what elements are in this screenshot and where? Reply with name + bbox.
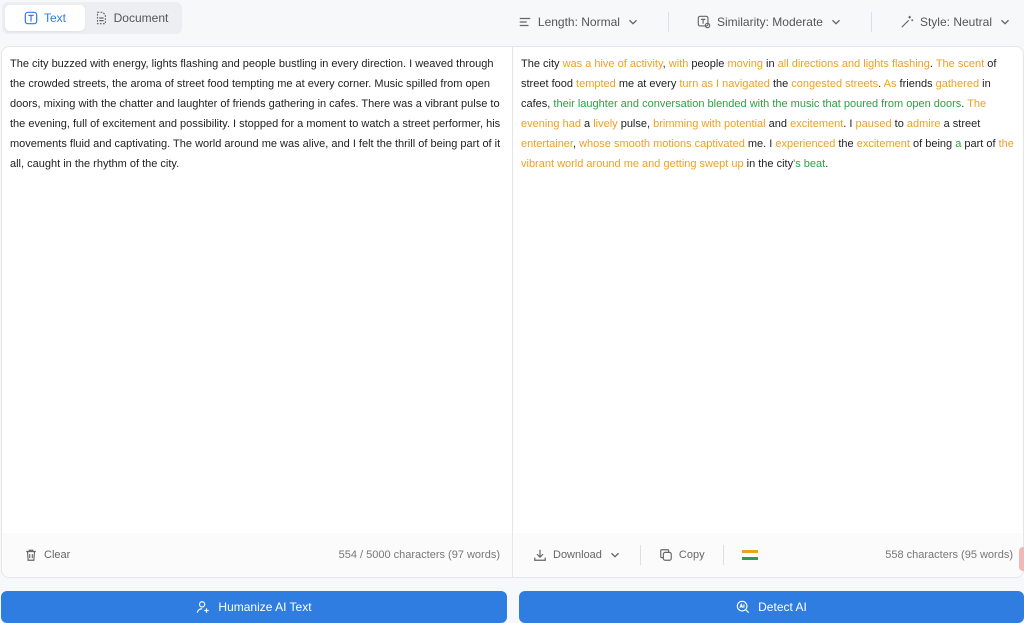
output-segment-orange[interactable]: entertainer: [521, 138, 573, 150]
tab-document[interactable]: Document: [85, 5, 177, 31]
input-panel: The city buzzed with energy, lights flas…: [1, 46, 513, 578]
output-segment-plain: to: [891, 118, 907, 130]
tab-text[interactable]: Text: [5, 5, 85, 31]
output-segment-orange[interactable]: The scent: [936, 58, 984, 70]
output-segment-orange[interactable]: excitement: [857, 138, 910, 150]
output-character-count: 558 characters (95 words): [885, 549, 1013, 561]
download-button[interactable]: Download: [533, 548, 622, 562]
output-segment-plain: friends: [896, 78, 936, 90]
output-segment-orange[interactable]: was a hive of activity: [563, 58, 663, 70]
output-segment-orange[interactable]: all directions and lights flashing: [778, 58, 930, 70]
lines-icon: [519, 17, 531, 27]
output-segment-orange[interactable]: with: [669, 58, 689, 70]
output-footer: Download Copy 558 characters (95 words): [513, 533, 1023, 577]
divider: [639, 545, 641, 565]
output-segment-plain: people: [688, 58, 728, 70]
length-dropdown[interactable]: Length: Normal: [514, 15, 644, 29]
tab-document-label: Document: [113, 11, 169, 25]
output-segment-orange[interactable]: lively: [593, 118, 617, 130]
output-segment-orange[interactable]: moving: [727, 58, 762, 70]
scroll-indicator: [1019, 547, 1024, 571]
output-segment-orange[interactable]: admire: [907, 118, 941, 130]
language-flag-icon[interactable]: [741, 550, 758, 560]
download-label: Download: [553, 549, 602, 561]
chevron-down-icon: [832, 19, 840, 25]
output-segment-plain: the: [835, 138, 857, 150]
output-segment-plain: a: [580, 118, 594, 130]
input-character-count: 554 / 5000 characters (97 words): [338, 549, 500, 561]
similarity-dropdown[interactable]: Similarity: Moderate: [693, 15, 847, 29]
style-label: Style: Neutral: [919, 15, 992, 29]
output-segment-plain: pulse,: [617, 118, 654, 130]
clear-label: Clear: [44, 549, 71, 561]
output-segment-plain: .: [825, 158, 829, 170]
mode-tabs: Text Document: [2, 2, 182, 34]
length-label: Length: Normal: [537, 15, 620, 29]
trash-icon: [26, 549, 36, 561]
output-panel: The city was a hive of activity, with pe…: [512, 46, 1024, 578]
output-segment-plain: me at every: [615, 78, 680, 90]
output-segment-orange[interactable]: brimming with potential: [653, 118, 766, 130]
divider: [667, 12, 669, 32]
document-icon: [96, 11, 106, 25]
copy-icon: [660, 549, 672, 561]
output-segment-plain: the: [769, 78, 792, 90]
output-segment-orange[interactable]: experienced: [775, 138, 835, 150]
divider: [870, 12, 872, 32]
output-segment-plain: and: [765, 118, 791, 130]
magic-wand-icon: [901, 15, 914, 28]
input-footer: Clear 554 / 5000 characters (97 words): [2, 533, 512, 577]
copy-button[interactable]: Copy: [659, 548, 705, 562]
output-segment-plain: part of: [961, 138, 999, 150]
humanize-label: Humanize AI Text: [218, 600, 312, 614]
output-segment-green[interactable]: 's beat: [793, 158, 825, 170]
output-segment-green[interactable]: their laughter and conversation blended …: [553, 98, 961, 110]
output-segment-plain: The city: [521, 58, 563, 70]
output-segment-orange[interactable]: As: [884, 78, 897, 90]
humanize-button[interactable]: Humanize AI Text: [1, 591, 507, 623]
output-segment-orange[interactable]: excitement: [790, 118, 843, 130]
input-textarea[interactable]: The city buzzed with energy, lights flas…: [10, 54, 502, 174]
output-segment-orange[interactable]: congested streets: [791, 78, 878, 90]
output-segment-plain: of being: [909, 138, 956, 150]
clear-button[interactable]: Clear: [24, 548, 70, 562]
output-text: The city was a hive of activity, with pe…: [521, 54, 1017, 174]
output-segment-plain: a street: [940, 118, 981, 130]
settings-bar: Length: Normal Similarity: Moderate Styl…: [514, 10, 1016, 34]
output-segment-plain: me. I: [744, 138, 776, 150]
similarity-label: Similarity: Moderate: [716, 15, 823, 29]
chevron-down-icon: [610, 552, 619, 558]
output-segment-plain: . I: [843, 118, 856, 130]
detect-ai-button[interactable]: Detect AI: [519, 591, 1024, 623]
download-icon: [534, 549, 546, 561]
output-segment-plain: in: [762, 58, 778, 70]
style-dropdown[interactable]: Style: Neutral: [896, 15, 1016, 29]
output-segment-orange[interactable]: whose smooth motions captivated: [579, 138, 745, 150]
user-sparkle-icon: [197, 601, 210, 613]
text-icon: [24, 11, 38, 25]
output-segment-plain: in the city: [743, 158, 794, 170]
similarity-icon: [697, 15, 711, 29]
ai-search-icon: [736, 600, 750, 614]
top-bar: Text Document Length: Normal Similarity:…: [0, 0, 1024, 44]
output-segment-orange[interactable]: turn as I navigated: [679, 78, 770, 90]
output-segment-orange[interactable]: tempted: [576, 78, 616, 90]
output-segment-orange[interactable]: gathered: [936, 78, 979, 90]
chevron-down-icon: [1001, 19, 1009, 25]
copy-label: Copy: [678, 549, 705, 561]
detect-ai-label: Detect AI: [758, 600, 807, 614]
tab-text-label: Text: [43, 11, 66, 25]
chevron-down-icon: [628, 19, 637, 25]
output-segment-orange[interactable]: paused: [856, 118, 892, 130]
divider: [722, 545, 724, 565]
